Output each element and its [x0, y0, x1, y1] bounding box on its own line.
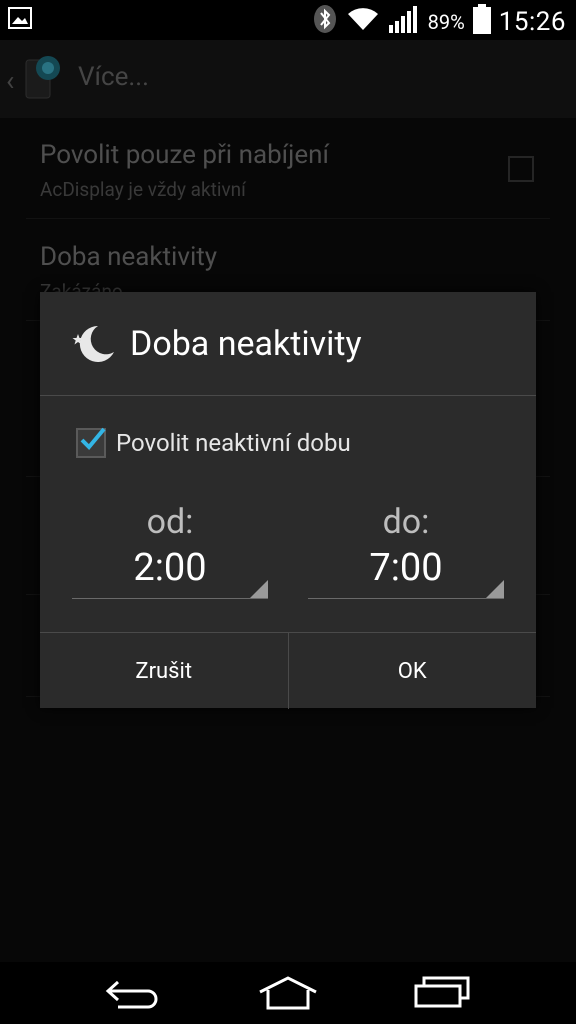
dialog-title: Doba neaktivity: [130, 324, 362, 364]
navigation-bar: [0, 962, 576, 1024]
from-value[interactable]: 2:00: [72, 546, 268, 590]
to-underline: [308, 598, 504, 599]
battery-icon: [472, 4, 491, 39]
clock: 15:26: [498, 6, 566, 37]
enable-inactive-checkbox[interactable]: [76, 427, 106, 458]
ok-button[interactable]: OK: [287, 633, 537, 709]
from-label: od:: [146, 502, 194, 542]
to-time-picker[interactable]: do: 7:00: [308, 502, 504, 590]
enable-inactive-row[interactable]: Povolit neaktivní dobu: [76, 427, 351, 458]
bluetooth-icon: [312, 4, 338, 39]
to-value[interactable]: 7:00: [308, 546, 504, 590]
dialog-buttons: Zrušit OK: [40, 632, 536, 709]
cancel-button[interactable]: Zrušit: [40, 633, 288, 709]
signal-icon: [388, 5, 420, 38]
image-icon: [8, 6, 32, 34]
checkbox-label: Povolit neaktivní dobu: [116, 429, 351, 457]
checkmark-icon: [80, 427, 106, 450]
moon-icon: [68, 322, 116, 366]
status-bar: 89% 15:26: [0, 0, 576, 40]
home-icon[interactable]: [258, 976, 318, 1014]
wifi-icon: [346, 6, 380, 37]
from-time-picker[interactable]: od: 2:00: [72, 502, 268, 590]
from-dropdown-icon: [250, 580, 268, 598]
to-label: do:: [382, 502, 430, 542]
recent-apps-icon[interactable]: [414, 976, 472, 1014]
to-dropdown-icon: [486, 580, 504, 598]
battery-percent: 89%: [427, 9, 465, 34]
from-underline: [72, 598, 268, 599]
dialog-header: Doba neaktivity: [40, 292, 536, 396]
back-icon[interactable]: [104, 976, 160, 1014]
inactive-time-dialog: Doba neaktivity Povolit neaktivní dobu o…: [40, 292, 536, 709]
